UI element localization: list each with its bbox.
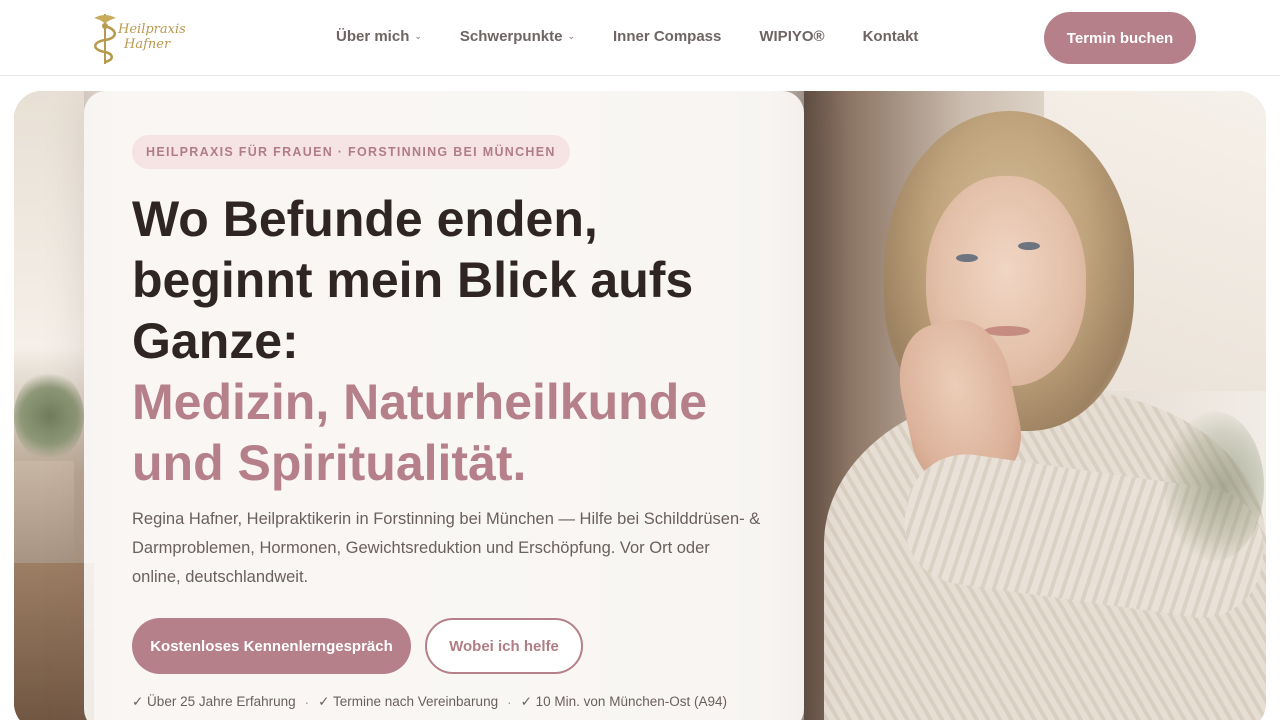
logo-link[interactable]: Heilpraxis Hafner [88,8,198,68]
logo-wordmark: Heilpraxis Hafner [118,22,186,52]
chevron-down-icon: ⌄ [414,31,422,41]
headline-accent-1: Medizin, Naturheilkunde [132,374,708,430]
hero-portrait-photo [804,91,1266,720]
hero-headline: Wo Befunde enden, beginnt mein Blick auf… [132,189,772,494]
headline-line-2: beginnt mein Blick aufs [132,252,694,308]
logo-line-2: Hafner [124,37,171,52]
trust-item-appointments: ✓ Termine nach Vereinbarung [318,694,499,709]
hero-content-card: HEILPRAXIS FÜR FRAUEN · FORSTINNING BEI … [84,91,804,720]
photo-eye-right [1018,242,1040,250]
trust-item-location: ✓ 10 Min. von München-Ost (A94) [520,694,727,709]
background-table-image [14,563,94,720]
nav-label: Schwerpunkte [459,28,563,45]
eyebrow-badge: HEILPRAXIS FÜR FRAUEN · FORSTINNING BEI … [132,135,570,169]
trust-separator: · [507,694,512,710]
nav-label: WIPIYO® [759,28,825,45]
caduceus-logo-icon [94,14,116,64]
how-i-help-button[interactable]: Wobei ich helfe [425,618,583,674]
photo-mouth [984,326,1030,336]
logo-line-1: Heilpraxis [118,22,186,37]
book-appointment-button[interactable]: Termin buchen [1044,12,1196,64]
background-plant-image [14,371,84,461]
main-nav: Über mich ⌄ Schwerpunkte ⌄ Inner Compass… [336,28,956,45]
nav-label: Inner Compass [612,28,722,45]
nav-item-wipiyo[interactable]: WIPIYO® [759,28,824,45]
nav-item-kontakt[interactable]: Kontakt [863,28,919,45]
trust-separator: · [304,694,310,710]
trust-item-experience: ✓ Über 25 Jahre Erfahrung [132,694,296,709]
nav-item-ueber-mich[interactable]: Über mich ⌄ [336,28,422,45]
nav-label: Kontakt [862,28,919,45]
chevron-down-icon: ⌄ [567,31,575,41]
background-pot-image [14,461,74,561]
nav-item-inner-compass[interactable]: Inner Compass [613,28,721,45]
headline-accent-2: und Spiritualität. [132,435,527,491]
photo-leaves [1164,411,1264,561]
hero-lead-text: Regina Hafner, Heilpraktikerin in Forsti… [132,510,761,586]
site-header: Heilpraxis Hafner Über mich ⌄ Schwerpunk… [0,0,1280,76]
trust-bar: ✓ Über 25 Jahre Erfahrung · ✓ Termine na… [132,694,727,710]
hero-section: HEILPRAXIS FÜR FRAUEN · FORSTINNING BEI … [14,91,1266,720]
headline-line-3: Ganze: [132,313,299,369]
free-consultation-button[interactable]: Kostenloses Kennenlerngespräch [132,618,411,674]
headline-line-1: Wo Befunde enden, [132,191,598,247]
nav-item-schwerpunkte[interactable]: Schwerpunkte ⌄ [460,28,575,45]
photo-eye-left [956,254,978,262]
nav-label: Über mich [336,28,410,45]
